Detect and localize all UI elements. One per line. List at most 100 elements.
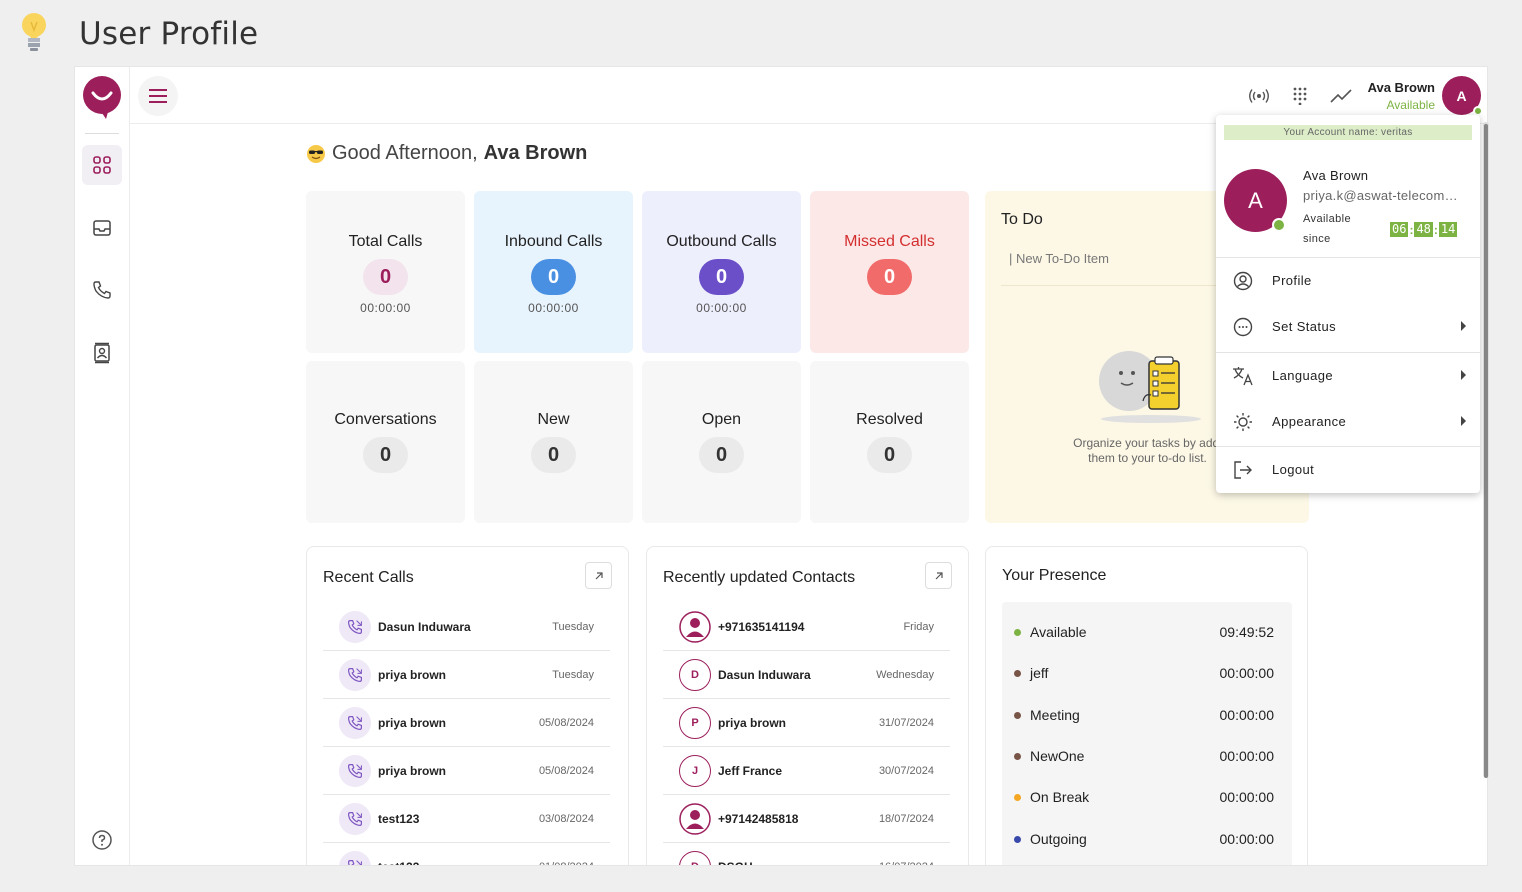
sidebar-item-inbox[interactable]: [82, 208, 122, 248]
contact-initial-avatar: D: [679, 659, 711, 691]
presence-status-time: 00:00:00: [1219, 789, 1275, 806]
call-row[interactable]: test123 01/08/2024: [323, 843, 610, 865]
presence-row: jeff 00:00:00: [1014, 665, 1274, 685]
call-contact-name: test123: [378, 812, 420, 826]
contact-name: priya brown: [718, 716, 787, 730]
sun-icon: [1232, 411, 1254, 433]
page-header: User Profile: [0, 0, 1522, 66]
menu-item-language[interactable]: Language: [1216, 353, 1480, 399]
expand-button[interactable]: [585, 562, 612, 589]
call-icon: [339, 851, 371, 865]
presence-status-time: 00:00:00: [1219, 747, 1275, 764]
dialpad-button[interactable]: [1288, 84, 1312, 108]
chevron-right-icon: [1461, 370, 1466, 380]
phone-call-icon: [347, 812, 362, 827]
status-indicator-dot: [1272, 218, 1286, 232]
menu-item-label: Profile: [1272, 273, 1312, 288]
stat-card-inbound-calls[interactable]: Inbound Calls 0 00:00:00: [474, 191, 633, 353]
call-row[interactable]: priya brown 05/08/2024: [323, 747, 610, 795]
analytics-button[interactable]: [1329, 84, 1353, 108]
sidebar-item-calls[interactable]: [82, 270, 122, 310]
sidebar-item-contacts[interactable]: [82, 333, 122, 373]
contact-row[interactable]: +971635141194 Friday: [663, 603, 950, 651]
hamburger-icon: [149, 89, 167, 103]
presence-status-name: jeff: [1030, 665, 1049, 682]
call-contact-name: priya brown: [378, 668, 447, 682]
stat-card-total-calls[interactable]: Total Calls 0 00:00:00: [306, 191, 465, 353]
topbar-user-name[interactable]: Ava Brown: [1368, 80, 1435, 95]
timer-colon: :: [1433, 222, 1438, 237]
call-date: 05/08/2024: [538, 765, 594, 777]
help-button[interactable]: [82, 820, 122, 860]
stat-duration: 00:00:00: [696, 301, 747, 315]
menu-item-logout[interactable]: Logout: [1216, 447, 1480, 493]
page-title: User Profile: [79, 16, 259, 52]
call-contact-name: priya brown: [378, 764, 447, 778]
menu-item-appearance[interactable]: Appearance: [1216, 399, 1480, 445]
presence-row: On Break 00:00:00: [1014, 789, 1274, 809]
translate-icon: [1232, 365, 1254, 387]
phone-call-icon: [347, 764, 362, 779]
contact-date: 30/07/2024: [878, 765, 934, 777]
stat-duration: 00:00:00: [528, 301, 579, 315]
call-icon: [339, 755, 371, 787]
stat-value: 0: [867, 437, 912, 473]
stat-value: 0: [363, 437, 408, 473]
presence-status-time: 00:00:00: [1219, 706, 1275, 723]
contact-row[interactable]: D Dasun Induwara Wednesday: [663, 651, 950, 699]
hamburger-menu-button[interactable]: [138, 76, 178, 116]
stat-title: Outbound Calls: [666, 233, 777, 250]
contact-row[interactable]: Ppriya brown 31/07/2024: [663, 699, 950, 747]
stat-card-conversations[interactable]: Conversations 0: [306, 361, 465, 523]
presence-status-time: 00:00:00: [1219, 830, 1275, 847]
contact-avatar: [679, 611, 711, 643]
presence-status-dot: [1014, 835, 1021, 843]
presence-status-dot: [1014, 711, 1021, 719]
stat-title: Resolved: [856, 411, 923, 428]
stat-card-new[interactable]: New 0: [474, 361, 633, 523]
broadcast-button[interactable]: [1247, 84, 1271, 108]
logout-icon: [1232, 459, 1254, 481]
phone-call-icon: [347, 860, 362, 865]
timer-minutes: 48: [1414, 222, 1433, 237]
contacts-icon: [94, 342, 110, 364]
stat-title: Total Calls: [348, 233, 423, 250]
call-row[interactable]: Dasun Induwara Tuesday: [323, 603, 610, 651]
contact-name: Jeff France: [718, 764, 783, 778]
contact-date: 18/07/2024: [878, 813, 934, 825]
call-date: 03/08/2024: [538, 813, 594, 825]
scrollbar-thumb[interactable]: [1484, 124, 1488, 778]
contact-row[interactable]: D DSGH 16/07/2024: [663, 843, 950, 865]
call-row[interactable]: priya brown Tuesday: [323, 651, 610, 699]
contact-date: 31/07/2024: [878, 717, 934, 729]
presence-status-name: On Break: [1030, 789, 1090, 806]
stat-card-open[interactable]: Open 0: [642, 361, 801, 523]
call-icon: [339, 707, 371, 739]
app-logo[interactable]: [82, 75, 122, 119]
stat-duration: 00:00:00: [360, 301, 411, 315]
contact-row[interactable]: +97142485818 18/07/2024: [663, 795, 950, 843]
stat-card-missed-calls[interactable]: Missed Calls 0: [810, 191, 969, 353]
call-icon: [339, 611, 371, 643]
todo-empty-illustration: [1099, 351, 1201, 423]
stat-value: 0: [699, 259, 744, 295]
help-icon: [92, 830, 112, 850]
panel-title: Recent Calls: [323, 569, 414, 586]
call-row[interactable]: test123 03/08/2024: [323, 795, 610, 843]
menu-item-set-status[interactable]: Set Status: [1216, 304, 1480, 350]
presence-status-dot: [1014, 670, 1021, 678]
stat-card-resolved[interactable]: Resolved 0: [810, 361, 969, 523]
todo-new-item-input[interactable]: | New To-Do Item: [1009, 251, 1109, 266]
more-horizontal-circle-icon: [1232, 316, 1254, 338]
stat-card-outbound-calls[interactable]: Outbound Calls 0 00:00:00: [642, 191, 801, 353]
sidebar-item-dashboard[interactable]: [82, 145, 122, 185]
stat-title: Open: [701, 411, 742, 428]
menu-item-label: Logout: [1272, 462, 1315, 477]
phone-call-icon: [347, 668, 362, 683]
contact-row[interactable]: J Jeff France 30/07/2024: [663, 747, 950, 795]
expand-button[interactable]: [925, 562, 952, 589]
call-row[interactable]: priya brown 05/08/2024: [323, 699, 610, 747]
stat-value: 0: [867, 259, 912, 295]
menu-item-profile[interactable]: Profile: [1216, 258, 1480, 304]
todo-empty-line-2: them to your to-do list.: [1088, 451, 1207, 465]
